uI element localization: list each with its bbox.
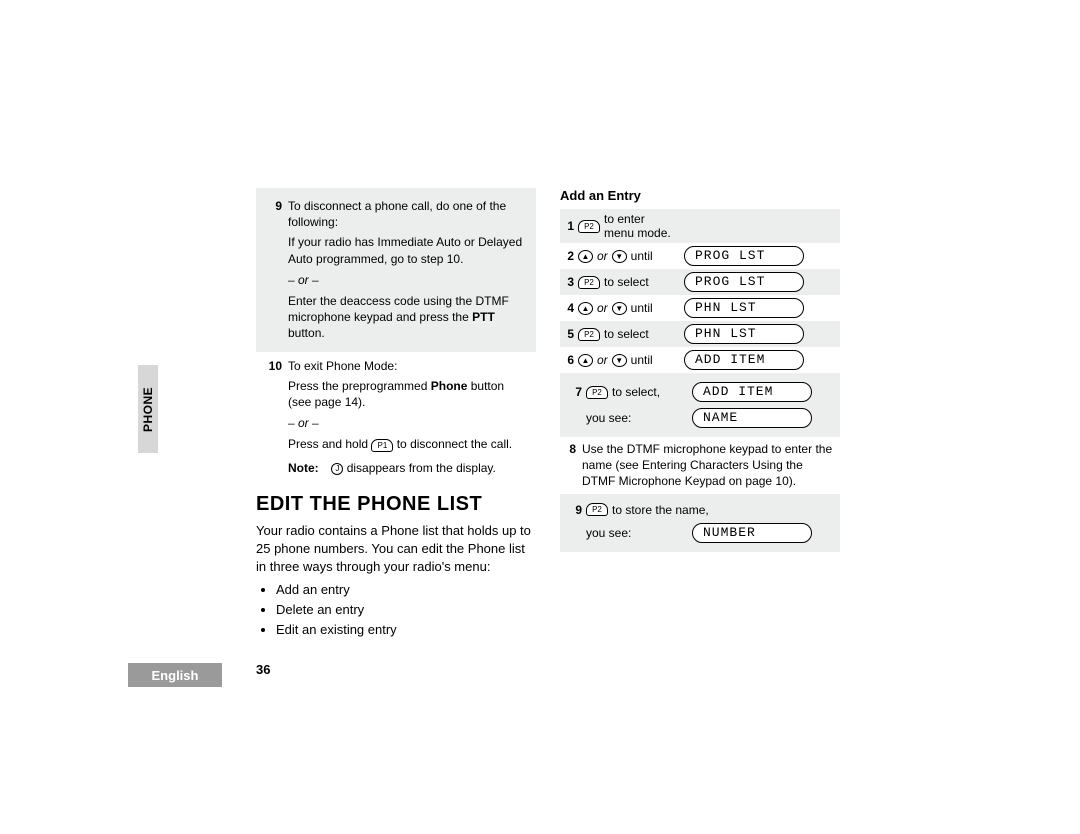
lcd-display: PHN LST: [684, 298, 804, 318]
step9-line2: If your radio has Immediate Auto or Dela…: [288, 234, 528, 266]
p2-key-icon: P2: [578, 276, 600, 289]
bullet-item: Delete an entry: [276, 602, 536, 617]
row-action: to enter menu mode.: [604, 212, 678, 240]
row-action: until: [631, 249, 653, 263]
table-row-group: 7 P2 to select, ADD ITEM you see:: [560, 373, 840, 437]
lcd-display: ADD ITEM: [684, 350, 804, 370]
text: button.: [288, 326, 325, 340]
step-9-box: 9 To disconnect a phone call, do one of …: [256, 188, 536, 352]
you-see-label: you see:: [586, 411, 631, 425]
text: Press and hold: [288, 437, 371, 451]
or-text: or: [597, 301, 608, 315]
or-separator: – or –: [288, 267, 528, 293]
step8-text: Use the DTMF microphone keypad to enter …: [582, 441, 838, 490]
row-action: to select: [604, 275, 649, 289]
row-num: 2: [560, 249, 574, 263]
step-body: To exit Phone Mode: Press the preprogram…: [288, 358, 528, 477]
section-tab-phone: PHONE: [138, 365, 158, 453]
table-row: 1 P2 to enter menu mode.: [560, 209, 840, 243]
step-body: To disconnect a phone call, do one of th…: [288, 198, 528, 342]
bold-text: PTT: [472, 310, 495, 324]
right-column: Add an Entry 1 P2 to enter menu mode. 2: [560, 188, 840, 642]
row-num: 8: [562, 441, 576, 490]
row-num: 3: [560, 275, 574, 289]
language-tag: English: [128, 663, 222, 687]
note-label: Note:: [288, 460, 328, 476]
or-text: or: [597, 353, 608, 367]
step10-line2: Press the preprogrammed Phone button (se…: [288, 378, 528, 410]
lcd-display: NUMBER: [692, 523, 812, 543]
lcd-display: PHN LST: [684, 324, 804, 344]
bullet-item: Edit an existing entry: [276, 622, 536, 637]
bullet-item: Add an entry: [276, 582, 536, 597]
section-heading: EDIT THE PHONE LIST: [256, 493, 536, 516]
left-column: 9 To disconnect a phone call, do one of …: [256, 188, 536, 642]
step-number: 9: [264, 198, 282, 342]
table-row-group: 9 P2 to store the name, you see: NUMB: [560, 494, 840, 552]
row-num: 9: [568, 503, 582, 517]
row-action: to select,: [612, 385, 660, 399]
step10-line3: Press and hold P1 to disconnect the call…: [288, 436, 528, 452]
p2-key-icon: P2: [586, 503, 608, 516]
row-num: 6: [560, 353, 574, 367]
row-action: to select: [604, 327, 649, 341]
section-intro: Your radio contains a Phone list that ho…: [256, 522, 536, 577]
down-arrow-icon: ▼: [612, 250, 627, 263]
table-row: 6 ▲ or ▼ until ADD ITEM: [560, 347, 840, 373]
row-action: until: [631, 353, 653, 367]
table-row: 5 P2 to select PHN LST: [560, 321, 840, 347]
page-content: 9 To disconnect a phone call, do one of …: [256, 188, 842, 677]
text: to disconnect the call.: [393, 437, 512, 451]
table-row: 3 P2 to select PROG LST: [560, 269, 840, 295]
table-row: 2 ▲ or ▼ until PROG LST: [560, 243, 840, 269]
bold-text: Phone: [431, 379, 468, 393]
p2-key-icon: P2: [578, 220, 600, 233]
lcd-display: NAME: [692, 408, 812, 428]
p2-key-icon: P2: [586, 386, 608, 399]
up-arrow-icon: ▲: [578, 354, 593, 367]
row-num: 1: [560, 219, 574, 233]
or-text: or: [597, 249, 608, 263]
step9-line3: Enter the deaccess code using the DTMF m…: [288, 293, 528, 342]
up-arrow-icon: ▲: [578, 250, 593, 263]
lcd-display: PROG LST: [684, 272, 804, 292]
row-num: 7: [568, 385, 582, 399]
or-separator: – or –: [288, 410, 528, 436]
text: Press the preprogrammed: [288, 379, 431, 393]
handset-icon: J: [331, 463, 343, 475]
procedure-table: 1 P2 to enter menu mode. 2 ▲ or: [560, 209, 840, 552]
p2-key-icon: P2: [578, 328, 600, 341]
row-num: 4: [560, 301, 574, 315]
step10-line1: To exit Phone Mode:: [288, 358, 528, 374]
page: PHONE English 9 To disconnect a phone ca…: [0, 0, 1080, 834]
table-row: 4 ▲ or ▼ until PHN LST: [560, 295, 840, 321]
note-row: Note: J disappears from the display.: [288, 460, 528, 476]
p1-key-icon: P1: [371, 439, 393, 452]
row-num: 5: [560, 327, 574, 341]
lcd-display: PROG LST: [684, 246, 804, 266]
lcd-display: ADD ITEM: [692, 382, 812, 402]
you-see-label: you see:: [586, 526, 631, 540]
down-arrow-icon: ▼: [612, 354, 627, 367]
down-arrow-icon: ▼: [612, 302, 627, 315]
bullet-list: Add an entry Delete an entry Edit an exi…: [256, 582, 536, 637]
step-number: 10: [264, 358, 282, 477]
up-arrow-icon: ▲: [578, 302, 593, 315]
subheading: Add an Entry: [560, 188, 840, 203]
row-action: until: [631, 301, 653, 315]
note-text: disappears from the display.: [347, 461, 496, 475]
step9-line1: To disconnect a phone call, do one of th…: [288, 198, 528, 230]
row-action: to store the name,: [612, 503, 709, 517]
page-number: 36: [256, 662, 842, 677]
